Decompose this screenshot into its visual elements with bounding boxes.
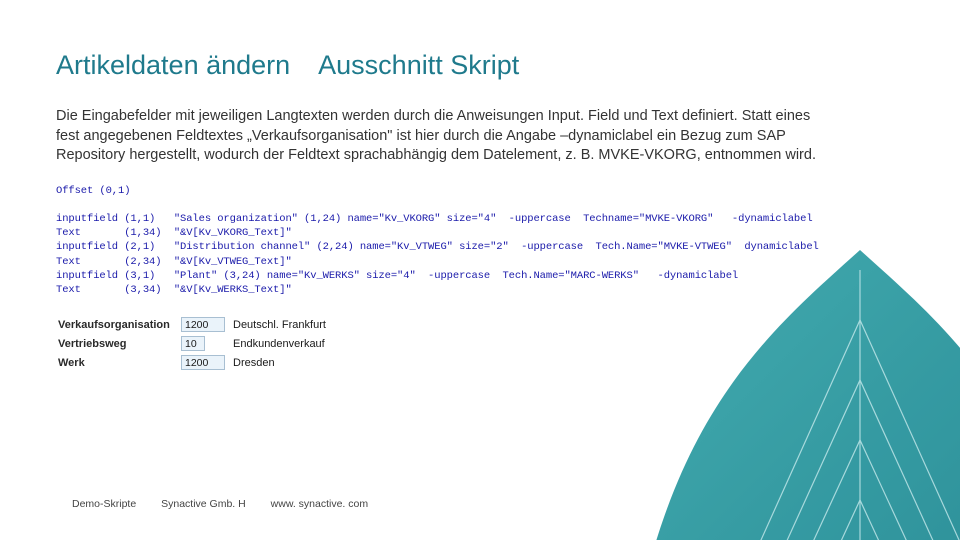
- title-part-b: Ausschnitt Skript: [318, 50, 519, 80]
- title-part-a: Artikeldaten ändern: [56, 50, 290, 80]
- field-input-cell: 1200: [179, 353, 231, 372]
- field-input[interactable]: 1200: [181, 355, 225, 370]
- page-title: Artikeldaten ändern Ausschnitt Skript: [56, 50, 904, 81]
- code-block: Offset (0,1) inputfield (1,1) "Sales org…: [56, 184, 904, 297]
- footer-company: Synactive Gmb. H: [161, 498, 246, 510]
- footer: Demo-Skripte Synactive Gmb. H www. synac…: [72, 498, 390, 510]
- field-text: Endkundenverkauf: [231, 334, 332, 353]
- field-label: Vertriebsweg: [56, 334, 179, 353]
- description-text: Die Eingabefelder mit jeweiligen Langtex…: [56, 107, 816, 166]
- field-input[interactable]: 10: [181, 336, 205, 351]
- field-label: Verkaufsorganisation: [56, 315, 179, 334]
- field-input-cell: 1200: [179, 315, 231, 334]
- footer-demo: Demo-Skripte: [72, 498, 136, 510]
- field-input-cell: 10: [179, 334, 231, 353]
- field-text: Dresden: [231, 353, 332, 372]
- table-row: Verkaufsorganisation1200 Deutschl. Frankf…: [56, 315, 332, 334]
- table-row: Werk1200 Dresden: [56, 353, 332, 372]
- slide: Artikeldaten ändern Ausschnitt Skript Die…: [0, 0, 960, 540]
- field-text: Deutschl. Frankfurt: [231, 315, 332, 334]
- field-preview-table: Verkaufsorganisation1200Deutschl. Frankf…: [56, 315, 332, 372]
- field-label: Werk: [56, 353, 179, 372]
- table-row: Vertriebsweg10 Endkundenverkauf: [56, 334, 332, 353]
- field-input[interactable]: 1200: [181, 317, 225, 332]
- footer-url: www. synactive. com: [271, 498, 368, 510]
